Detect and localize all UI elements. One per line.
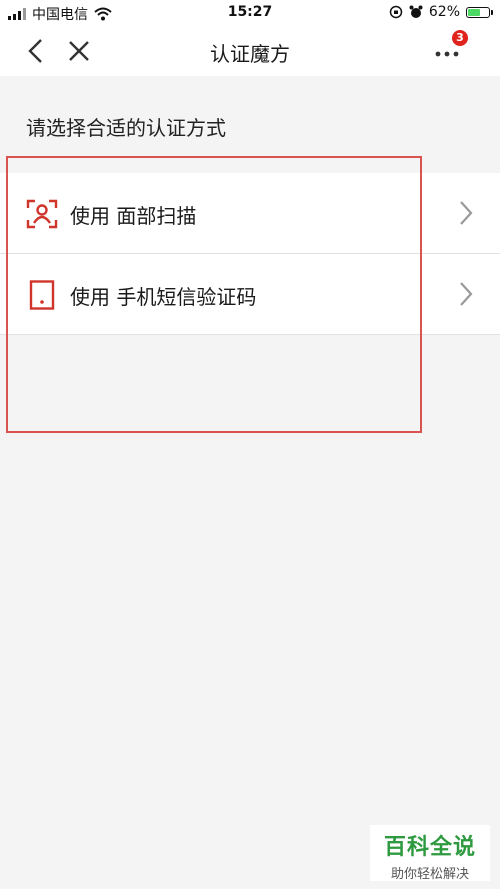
section-label: 请选择合适的认证方式: [26, 116, 226, 140]
more-button[interactable]: 3: [430, 30, 468, 66]
auth-method-list: 使用 面部扫描 使用 手机短信验证码: [0, 173, 500, 335]
status-bar: 中国电信 15:27 62%: [0, 0, 500, 26]
option-label: 使用 面部扫描: [70, 204, 197, 228]
status-right: 62%: [389, 4, 493, 20]
rotation-lock-icon: [389, 5, 403, 19]
watermark-main-text: 百科全说: [383, 835, 476, 860]
option-face-scan[interactable]: 使用 面部扫描: [0, 173, 500, 254]
alarm-icon: [409, 5, 423, 18]
watermark-sub-text: 助你轻松解决: [390, 867, 469, 882]
nav-bar: 认证魔方 3: [0, 26, 500, 76]
page-title: 认证魔方: [210, 42, 290, 66]
watermark-logo: 百科全说 助你轻松解决: [370, 825, 490, 882]
option-sms-code[interactable]: 使用 手机短信验证码: [0, 254, 500, 335]
face-scan-icon: [26, 199, 58, 229]
chevron-right-icon: [460, 282, 473, 306]
battery-percent: 62%: [428, 4, 460, 20]
phone-sms-icon: [29, 280, 55, 310]
battery-icon: [466, 6, 493, 18]
chevron-right-icon: [460, 201, 473, 225]
option-label: 使用 手机短信验证码: [70, 285, 257, 309]
notification-badge: 3: [452, 30, 468, 46]
